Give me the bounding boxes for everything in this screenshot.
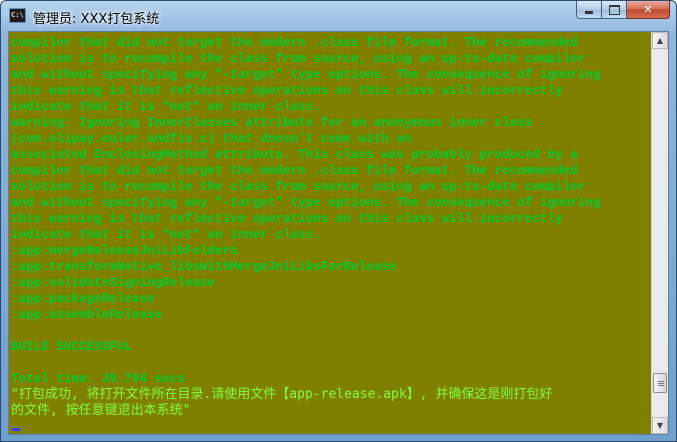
- console-line: this warning is that reflective operatio…: [11, 212, 563, 226]
- console-line: :app:transformNative_libsWithMergeJniLib…: [11, 260, 397, 274]
- scrollbar-thumb[interactable]: [653, 373, 667, 393]
- minimize-button[interactable]: [576, 1, 602, 19]
- console-line: 的文件, 按任意键退出本系统": [11, 403, 191, 418]
- console-line: compiler that did not target the modern …: [11, 164, 578, 178]
- maximize-button[interactable]: [602, 1, 627, 19]
- minimize-icon: [585, 11, 593, 14]
- title-bar[interactable]: C:\ 管理员: XXX打包系统 ✕: [1, 1, 676, 31]
- console-line: (com.alipay.euler.andfix.c) that doesn't…: [11, 132, 412, 146]
- maximize-icon: [608, 4, 620, 15]
- console-line: :app:packageRelease: [11, 292, 155, 306]
- scroll-down-arrow-icon: ▼: [656, 421, 664, 430]
- scroll-up-button[interactable]: ▲: [652, 32, 668, 49]
- console-line: solution is to recompile the class from …: [11, 180, 586, 194]
- console-line: indicate that it is *not* an inner class…: [11, 100, 321, 114]
- console-line: indicate that it is *not* an inner class…: [11, 228, 321, 242]
- console-line: :app:assembleRelease: [11, 308, 163, 322]
- console-line: associated EnclosingMethod attribute. Th…: [11, 148, 578, 162]
- text-cursor: [12, 428, 20, 431]
- thumb-grip-line: [658, 385, 664, 386]
- console-line: warning: Ignoring InnerClasses attribute…: [11, 116, 533, 130]
- console-client-area: compiler that did not target the modern …: [8, 31, 669, 435]
- scroll-down-button[interactable]: ▼: [652, 417, 668, 434]
- window-title: 管理员: XXX打包系统: [33, 12, 160, 27]
- close-icon: ✕: [643, 3, 653, 16]
- console-line: solution is to recompile the class from …: [11, 52, 586, 66]
- cmd-console-icon[interactable]: C:\: [9, 8, 26, 23]
- console-line: Total time: 39.794 secs: [11, 372, 185, 386]
- console-window: C:\ 管理员: XXX打包系统 ✕ compiler that did not…: [0, 0, 677, 442]
- close-button[interactable]: ✕: [627, 1, 670, 19]
- caption-buttons: ✕: [576, 1, 670, 20]
- vertical-scrollbar[interactable]: ▲ ▼: [651, 32, 668, 434]
- console-line: :app:validateSigningRelease: [11, 276, 216, 290]
- console-line: :app:mergeReleaseJniLibFolders: [11, 244, 238, 258]
- console-line: BUILD SUCCESSFUL: [11, 340, 132, 354]
- scroll-up-arrow-icon: ▲: [656, 36, 664, 45]
- console-line: compiler that did not target the modern …: [11, 36, 578, 50]
- console-output[interactable]: compiler that did not target the modern …: [9, 32, 651, 434]
- console-line: "打包成功, 将打开文件所在目录.请使用文件【app-release.apk】,…: [11, 387, 553, 402]
- thumb-grip-line: [658, 383, 664, 384]
- console-line: this warning is that reflective operatio…: [11, 84, 563, 98]
- thumb-grip-line: [658, 381, 664, 382]
- console-line: and without specifying any "-target" typ…: [11, 68, 601, 82]
- console-line: and without specifying any "-target" typ…: [11, 196, 601, 210]
